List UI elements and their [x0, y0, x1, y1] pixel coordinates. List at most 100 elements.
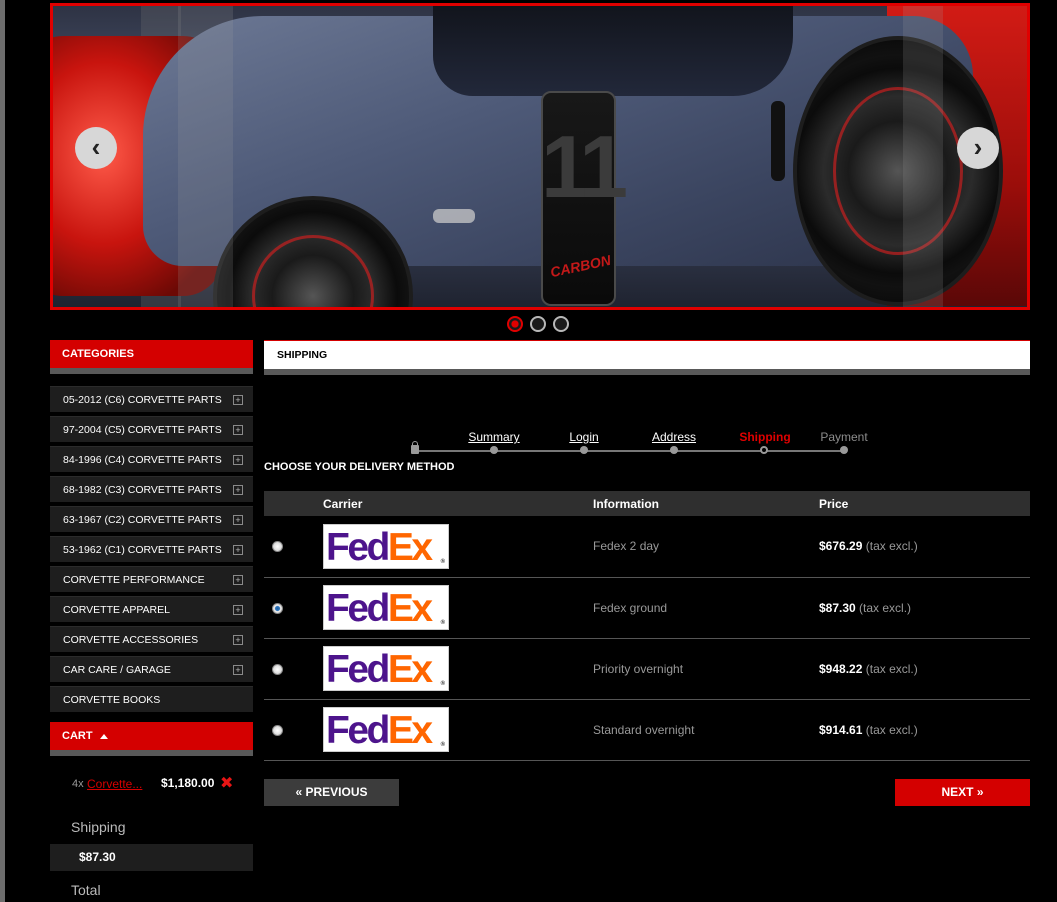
page-title-underline	[264, 369, 1030, 375]
header-price: Price	[819, 491, 1030, 516]
carrier-price: $87.30	[819, 600, 856, 615]
header-information: Information	[593, 491, 819, 516]
category-item[interactable]: 97-2004 (C5) CORVETTE PARTS +	[50, 416, 253, 442]
category-item[interactable]: 68-1982 (C3) CORVETTE PARTS +	[50, 476, 253, 502]
step-node	[840, 446, 848, 454]
step-node-current	[760, 446, 768, 454]
expand-icon[interactable]: +	[233, 605, 243, 615]
step-node	[490, 446, 498, 454]
fedex-logo: FedEx ®	[323, 646, 449, 691]
step-node	[670, 446, 678, 454]
categories-heading-underline	[50, 368, 253, 374]
category-label: 53-1962 (C1) CORVETTE PARTS	[63, 544, 222, 556]
steps-track	[415, 450, 845, 452]
tax-note: (tax excl.)	[865, 661, 918, 676]
delivery-method-heading: CHOOSE YOUR DELIVERY METHOD	[264, 461, 455, 473]
page-left-edge	[0, 0, 5, 902]
previous-button[interactable]: « PREVIOUS	[264, 778, 399, 806]
expand-icon[interactable]: +	[233, 665, 243, 675]
category-label: 68-1982 (C3) CORVETTE PARTS	[63, 484, 222, 496]
table-row[interactable]: FedEx ® Fedex 2 day $676.29 (tax excl.)	[264, 516, 1030, 578]
expand-icon[interactable]: +	[233, 455, 243, 465]
sidebar: CATEGORIES 05-2012 (C6) CORVETTE PARTS + …	[50, 340, 253, 901]
carrier-price: $676.29	[819, 539, 863, 554]
category-label: 05-2012 (C6) CORVETTE PARTS	[63, 394, 222, 406]
cart-title: CART	[62, 730, 93, 742]
header-carrier: Carrier	[323, 491, 593, 516]
category-list: 05-2012 (C6) CORVETTE PARTS + 97-2004 (C5…	[50, 386, 253, 712]
categories-heading: CATEGORIES	[50, 340, 253, 368]
slider-dot-1[interactable]	[507, 316, 523, 332]
tax-note: (tax excl.)	[859, 600, 912, 615]
step-payment: Payment	[820, 430, 868, 444]
category-item[interactable]: CORVETTE PERFORMANCE +	[50, 566, 253, 592]
carrier-information: Priority overnight	[593, 638, 819, 700]
banner-car-window	[433, 6, 793, 96]
next-button[interactable]: NEXT »	[895, 778, 1030, 806]
checkout-steps: Summary Login Address Shipping Payment	[264, 389, 1030, 454]
category-label: CORVETTE APPAREL	[63, 604, 170, 616]
carrier-radio-selected[interactable]	[272, 602, 283, 614]
category-label: 84-1996 (C4) CORVETTE PARTS	[63, 454, 222, 466]
tax-note: (tax excl.)	[865, 539, 918, 554]
banner-car-badge	[433, 209, 475, 223]
step-summary[interactable]: Summary	[468, 430, 519, 444]
category-item[interactable]: 63-1967 (C2) CORVETTE PARTS +	[50, 506, 253, 532]
expand-icon[interactable]: +	[233, 635, 243, 645]
slider-next-button[interactable]: ›	[957, 127, 999, 169]
carrier-radio[interactable]	[272, 541, 283, 553]
category-label: 63-1967 (C2) CORVETTE PARTS	[63, 514, 222, 526]
cart-heading[interactable]: CART	[50, 722, 253, 750]
step-summary-link[interactable]: Summary	[468, 430, 519, 444]
caret-up-icon	[99, 733, 108, 739]
category-item[interactable]: 05-2012 (C6) CORVETTE PARTS +	[50, 386, 253, 412]
category-item[interactable]: 53-1962 (C1) CORVETTE PARTS +	[50, 536, 253, 562]
carrier-information: Standard overnight	[593, 699, 819, 761]
table-header-row: Carrier Information Price	[264, 491, 1030, 516]
expand-icon[interactable]: +	[233, 425, 243, 435]
main-content: SHIPPING Summary Login Address Shipping …	[264, 340, 1030, 807]
step-address-link[interactable]: Address	[652, 430, 696, 444]
banner-overlay-stripe	[903, 6, 943, 307]
expand-icon[interactable]: +	[233, 575, 243, 585]
step-login-link[interactable]: Login	[569, 430, 598, 444]
expand-icon[interactable]: +	[233, 545, 243, 555]
banner-race-number: 11	[541, 117, 628, 216]
category-label: CORVETTE ACCESSORIES	[63, 634, 199, 646]
category-label: CORVETTE PERFORMANCE	[63, 574, 205, 586]
hero-banner: 11 CARBON	[50, 3, 1030, 310]
step-login[interactable]: Login	[569, 430, 598, 444]
cart-shipping-value: $87.30	[50, 844, 253, 871]
slider-dot-3[interactable]	[553, 316, 569, 332]
header-select	[264, 491, 323, 516]
banner-overlay-stripe	[178, 6, 233, 307]
expand-icon[interactable]: +	[233, 515, 243, 525]
cart-shipping-label: Shipping	[71, 819, 126, 835]
category-item[interactable]: CORVETTE APPAREL +	[50, 596, 253, 622]
category-item[interactable]: CAR CARE / GARAGE +	[50, 656, 253, 682]
category-item[interactable]: 84-1996 (C4) CORVETTE PARTS +	[50, 446, 253, 472]
expand-icon[interactable]: +	[233, 395, 243, 405]
expand-icon[interactable]: +	[233, 485, 243, 495]
cart-total-label: Total	[71, 882, 101, 898]
table-row[interactable]: FedEx ® Fedex ground $87.30 (tax excl.)	[264, 577, 1030, 639]
slider-prev-button[interactable]: ‹	[75, 127, 117, 169]
carrier-radio[interactable]	[272, 724, 283, 736]
banner-car-vent	[771, 101, 785, 181]
fedex-logo: FedEx ®	[323, 585, 449, 630]
slider-dot-2[interactable]	[530, 316, 546, 332]
carrier-table: Carrier Information Price FedEx ® Fedex 2…	[264, 491, 1030, 761]
banner-wheel-rear	[793, 36, 1003, 306]
step-shipping: Shipping	[739, 430, 791, 444]
step-address[interactable]: Address	[652, 430, 696, 444]
carrier-radio[interactable]	[272, 663, 283, 675]
cart-item-quantity: 4x	[72, 778, 84, 790]
step-node	[580, 446, 588, 454]
remove-icon[interactable]: ✖	[220, 773, 233, 793]
category-item[interactable]: CORVETTE BOOKS	[50, 686, 253, 712]
cart-item-link[interactable]: Corvette...	[87, 777, 142, 791]
table-row[interactable]: FedEx ® Standard overnight $914.61 (tax e…	[264, 699, 1030, 761]
carrier-information: Fedex ground	[593, 577, 819, 639]
table-row[interactable]: FedEx ® Priority overnight $948.22 (tax e…	[264, 638, 1030, 700]
category-item[interactable]: CORVETTE ACCESSORIES +	[50, 626, 253, 652]
